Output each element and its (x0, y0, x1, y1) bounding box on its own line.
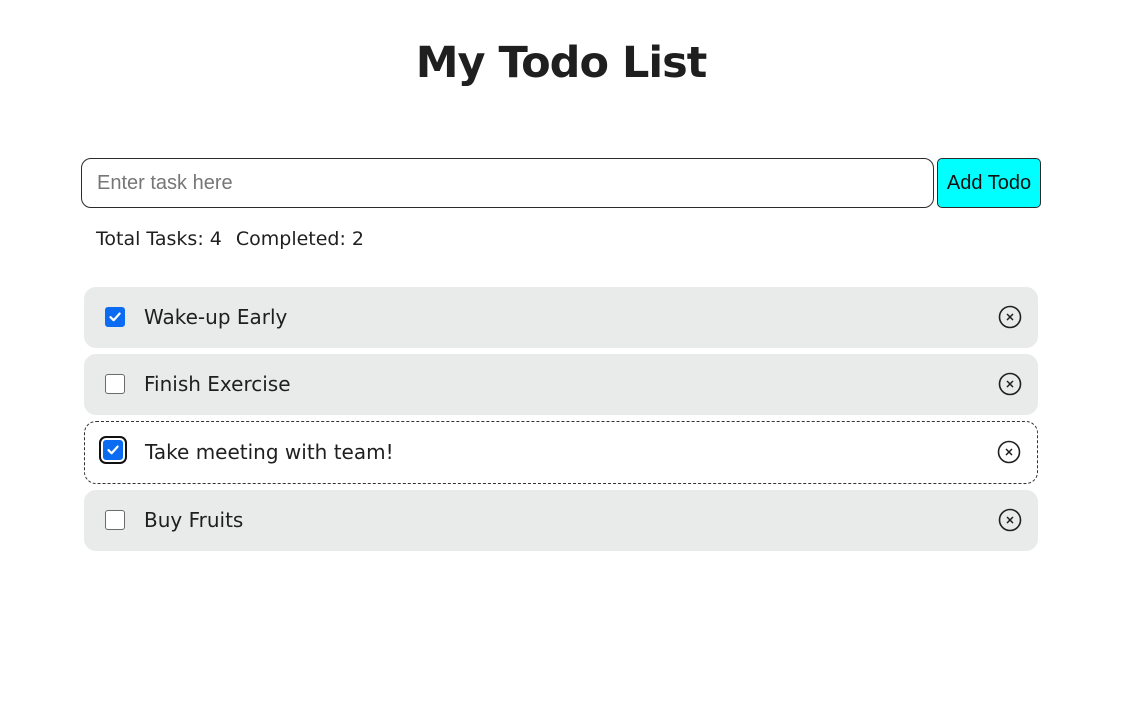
circle-x-icon (998, 508, 1022, 532)
add-todo-form: Add Todo (81, 158, 1041, 208)
checkmark-icon (107, 445, 119, 455)
todo-text: Take meeting with team! (145, 440, 394, 464)
task-input[interactable] (81, 158, 934, 208)
todo-text: Wake-up Early (144, 305, 288, 329)
todo-item: Take meeting with team! (84, 421, 1038, 484)
total-tasks-count: Total Tasks: 4 (96, 228, 222, 250)
todo-checkbox[interactable] (105, 510, 125, 530)
completed-tasks-count: Completed: 2 (235, 228, 365, 250)
todo-text: Finish Exercise (144, 372, 291, 396)
todo-list: Wake-up Early Finish Exercise Take meeti… (84, 287, 1038, 557)
delete-todo-button[interactable] (997, 440, 1021, 464)
delete-todo-button[interactable] (998, 305, 1022, 329)
todo-text: Buy Fruits (144, 508, 244, 532)
todo-checkbox[interactable] (105, 307, 125, 327)
todo-item: Wake-up Early (84, 287, 1038, 348)
circle-x-icon (998, 372, 1022, 396)
todo-item: Finish Exercise (84, 354, 1038, 415)
todo-checkbox[interactable] (99, 436, 127, 464)
add-todo-button[interactable]: Add Todo (937, 158, 1041, 208)
todo-checkbox[interactable] (105, 374, 125, 394)
delete-todo-button[interactable] (998, 508, 1022, 532)
task-stats: Total Tasks: 4 Completed: 2 (96, 226, 364, 252)
checkmark-icon (109, 312, 121, 322)
todo-app: My Todo List Add Todo Total Tasks: 4 Comp… (0, 0, 1132, 720)
delete-todo-button[interactable] (998, 372, 1022, 396)
circle-x-icon (998, 305, 1022, 329)
todo-item: Buy Fruits (84, 490, 1038, 551)
page-title: My Todo List (415, 38, 708, 88)
circle-x-icon (997, 440, 1021, 464)
